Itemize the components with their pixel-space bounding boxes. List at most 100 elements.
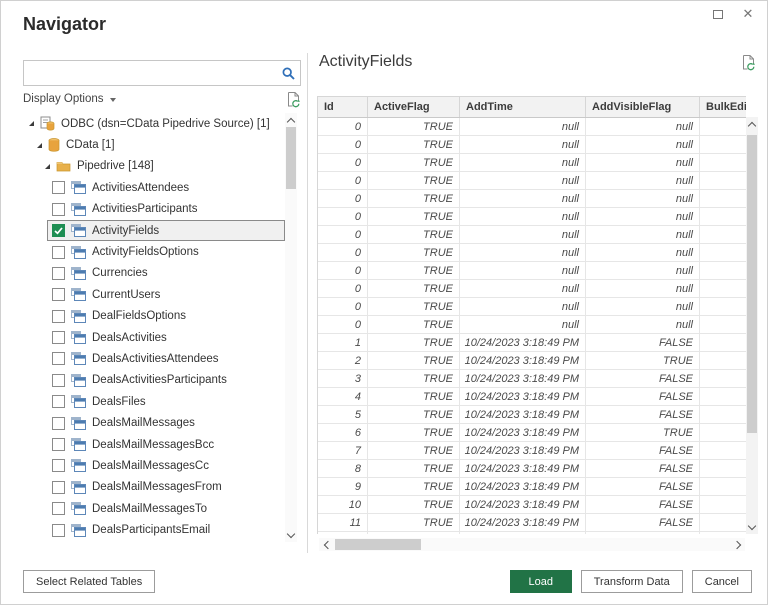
table-icon: [71, 245, 86, 259]
tree-item-label: DealsMailMessagesBcc: [92, 438, 215, 451]
column-header-AddTime[interactable]: AddTime: [460, 97, 586, 117]
checkbox-unchecked[interactable]: [52, 352, 65, 366]
cancel-button[interactable]: Cancel: [691, 570, 752, 593]
preview-grid-body: 0 TRUE null null 0 TRUE null null 0 TRUE null null 0…: [318, 118, 746, 534]
table-row: 11 TRUE 10/24/2023 3:18:49 PM FALSE: [318, 514, 746, 532]
tree-item-CurrentUsers[interactable]: CurrentUsers: [47, 284, 285, 305]
page-title: Navigator: [23, 14, 107, 34]
column-header-BulkEditAllowed[interactable]: BulkEditAllowed: [700, 97, 746, 117]
scrollbar-thumb[interactable]: [335, 539, 421, 550]
checkbox-unchecked[interactable]: [52, 373, 65, 387]
table-cell: [318, 532, 368, 534]
checkbox-unchecked[interactable]: [52, 266, 65, 280]
expander-icon[interactable]: [45, 163, 50, 169]
table-row: 3 TRUE 10/24/2023 3:18:49 PM FALSE: [318, 370, 746, 388]
scroll-left-icon[interactable]: [319, 538, 333, 551]
refresh-icon: [288, 91, 300, 107]
tree-item-label: ActivitiesParticipants: [92, 203, 198, 216]
table-cell: TRUE: [368, 496, 460, 513]
table-cell: TRUE: [368, 424, 460, 441]
transform-data-button[interactable]: Transform Data: [580, 570, 683, 593]
checkbox-checked[interactable]: [52, 224, 65, 238]
tree-item-label: DealsFiles: [92, 395, 146, 408]
tree-item-ActivitiesParticipants[interactable]: ActivitiesParticipants: [47, 199, 285, 220]
tree-item-DealsMailMessagesBcc[interactable]: DealsMailMessagesBcc: [47, 434, 285, 455]
column-header-Id[interactable]: Id: [318, 97, 368, 117]
table-cell: [700, 136, 746, 153]
close-button[interactable]: ✕: [741, 7, 755, 21]
table-cell: null: [460, 262, 586, 279]
expander-icon[interactable]: [37, 142, 42, 148]
display-options-dropdown[interactable]: Display Options: [23, 93, 116, 105]
scroll-up-icon[interactable]: [285, 113, 297, 127]
table-icon: [71, 523, 86, 537]
maximize-button[interactable]: [711, 7, 725, 21]
checkbox-unchecked[interactable]: [52, 395, 65, 409]
refresh-tree-button[interactable]: [286, 91, 301, 108]
checkbox-unchecked[interactable]: [52, 480, 65, 494]
tree-item-Currencies[interactable]: Currencies: [47, 263, 285, 284]
table-cell: [700, 478, 746, 495]
table-cell: 10/24/2023 3:18:49 PM: [460, 496, 586, 513]
checkbox-unchecked[interactable]: [52, 416, 65, 430]
select-related-tables-button[interactable]: Select Related Tables: [23, 570, 156, 593]
column-header-AddVisibleFlag[interactable]: AddVisibleFlag: [586, 97, 700, 117]
table-row: 0 TRUE null null: [318, 136, 746, 154]
tree-item-DealsMailMessagesCc[interactable]: DealsMailMessagesCc: [47, 455, 285, 476]
table-cell: null: [586, 316, 700, 333]
checkbox-unchecked[interactable]: [52, 181, 65, 195]
search-input[interactable]: [24, 66, 276, 80]
tree-item-DealsActivitiesAttendees[interactable]: DealsActivitiesAttendees: [47, 348, 285, 369]
expander-icon[interactable]: [29, 121, 34, 127]
table-icon: [71, 502, 86, 516]
tree-item-DealsMailMessagesTo[interactable]: DealsMailMessagesTo: [47, 498, 285, 519]
table-cell: [700, 244, 746, 261]
tree-scrollbar[interactable]: [285, 113, 297, 542]
checkbox-unchecked[interactable]: [52, 502, 65, 516]
checkbox-unchecked[interactable]: [52, 331, 65, 345]
table-row: 0 TRUE null null: [318, 244, 746, 262]
tree-item-ActivitiesAttendees[interactable]: ActivitiesAttendees: [47, 177, 285, 198]
checkbox-unchecked[interactable]: [52, 438, 65, 452]
scroll-up-icon[interactable]: [746, 117, 758, 131]
tree-item-DealsParticipantsEmail[interactable]: DealsParticipantsEmail: [47, 519, 285, 540]
tree-item-DealsMailMessagesFrom[interactable]: DealsMailMessagesFrom: [47, 477, 285, 498]
table-cell: null: [586, 244, 700, 261]
scroll-right-icon[interactable]: [731, 538, 745, 551]
tree-item-cdata[interactable]: CData [1]: [23, 134, 285, 155]
scrollbar-thumb[interactable]: [286, 127, 296, 189]
tree-item-ActivityFieldsOptions[interactable]: ActivityFieldsOptions: [47, 241, 285, 262]
table-cell: TRUE: [368, 280, 460, 297]
table-cell: TRUE: [368, 460, 460, 477]
column-header-ActiveFlag[interactable]: ActiveFlag: [368, 97, 460, 117]
tree-item-DealsActivities[interactable]: DealsActivities: [47, 327, 285, 348]
checkbox-unchecked[interactable]: [52, 202, 65, 216]
checkbox-unchecked[interactable]: [52, 523, 65, 537]
tree-item-odbc-source[interactable]: ODBC (dsn=CData Pipedrive Source) [1]: [23, 113, 285, 134]
tree-item-label: CData [1]: [66, 139, 115, 152]
tree-item-pipedrive[interactable]: Pipedrive [148]: [23, 156, 285, 177]
table-cell: 8: [318, 460, 368, 477]
tree-item-DealsActivitiesParticipants[interactable]: DealsActivitiesParticipants: [47, 370, 285, 391]
preview-horizontal-scrollbar[interactable]: [319, 538, 745, 551]
checkbox-unchecked[interactable]: [52, 459, 65, 473]
table-cell: null: [586, 226, 700, 243]
tree-item-DealFieldsOptions[interactable]: DealFieldsOptions: [47, 306, 285, 327]
scroll-down-icon[interactable]: [285, 528, 297, 542]
tree-item-DealsFiles[interactable]: DealsFiles: [47, 391, 285, 412]
table-cell: [700, 370, 746, 387]
table-cell: 0: [318, 280, 368, 297]
table-cell: null: [460, 244, 586, 261]
checkbox-unchecked[interactable]: [52, 245, 65, 259]
search-icon[interactable]: [276, 67, 300, 80]
checkbox-unchecked[interactable]: [52, 309, 65, 323]
table-cell: TRUE: [368, 406, 460, 423]
scroll-down-icon[interactable]: [746, 520, 758, 534]
refresh-preview-button[interactable]: [741, 54, 756, 76]
tree-item-ActivityFields[interactable]: ActivityFields: [47, 219, 285, 242]
scrollbar-thumb[interactable]: [747, 135, 757, 433]
preview-vertical-scrollbar[interactable]: [746, 117, 758, 534]
checkbox-unchecked[interactable]: [52, 288, 65, 302]
load-button[interactable]: Load: [509, 570, 572, 593]
tree-item-DealsMailMessages[interactable]: DealsMailMessages: [47, 412, 285, 433]
